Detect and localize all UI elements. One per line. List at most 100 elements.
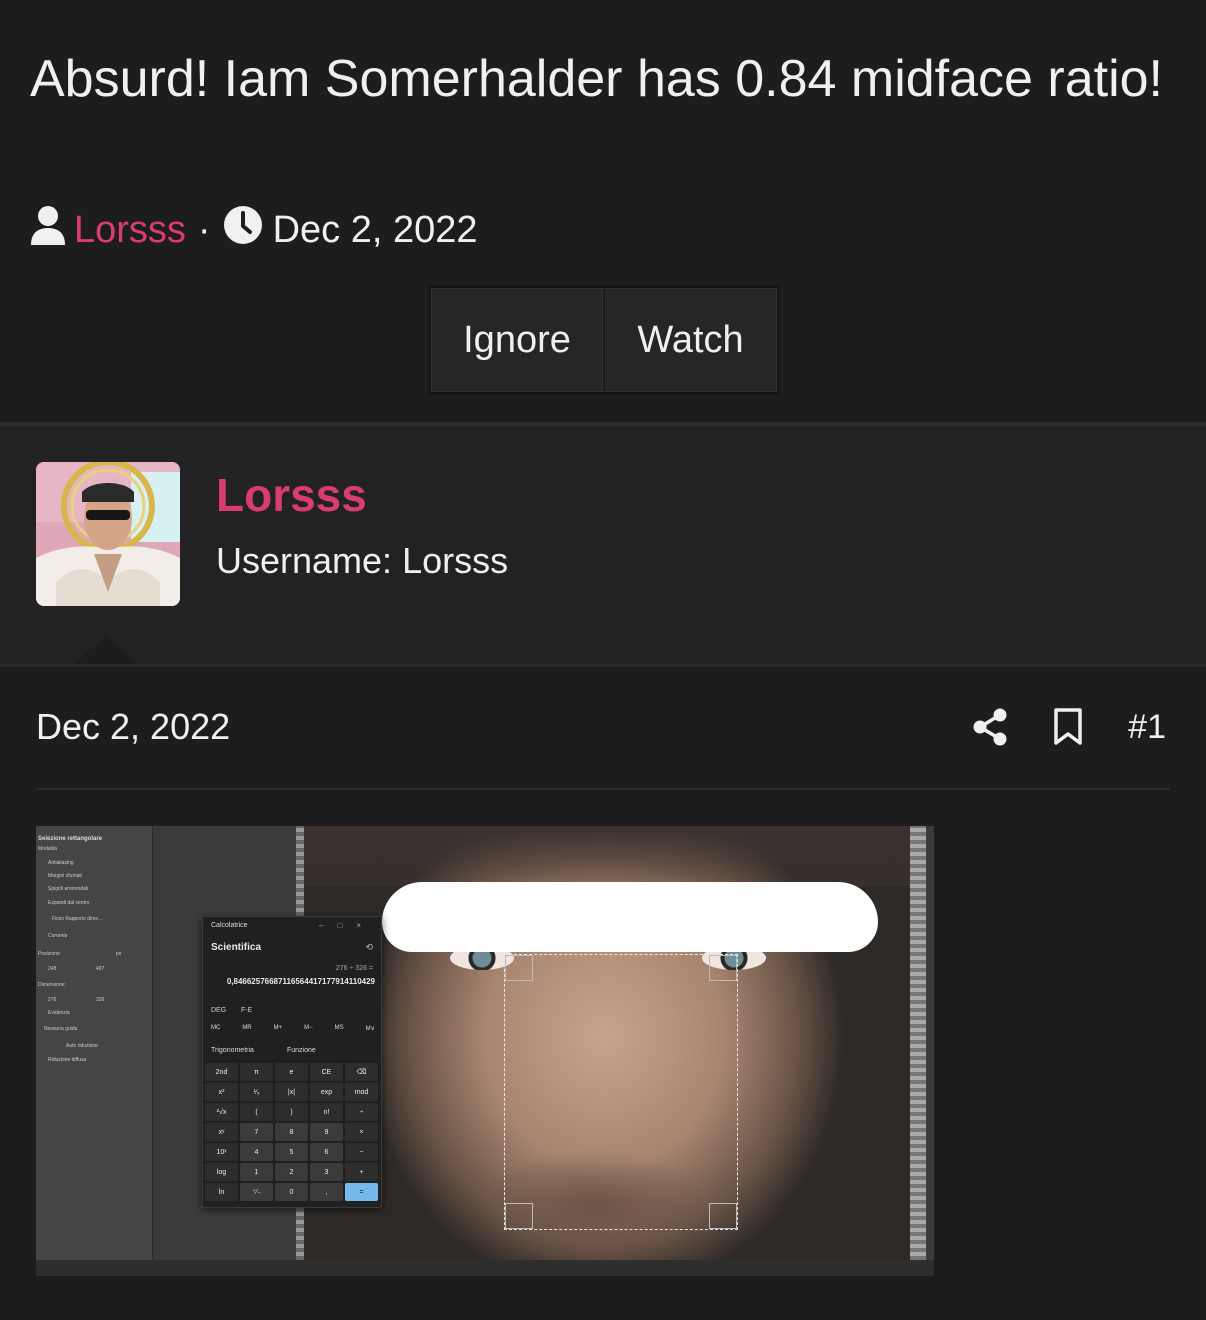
calculator-key: n!	[310, 1103, 343, 1121]
tool-panel-feather: Margini sfumati	[48, 873, 82, 879]
calculator-key: ²√x	[205, 1103, 238, 1121]
calculator-key: xʸ	[205, 1123, 238, 1141]
face-photo-hair	[304, 826, 910, 886]
calculator-key: x²	[205, 1083, 238, 1101]
memory-key: M+	[273, 1025, 283, 1031]
tool-panel-pos-x: 248	[48, 966, 57, 972]
post-user-block: Lorsss Username: Lorsss	[0, 426, 1206, 666]
calculator-mode: Scientifica	[211, 942, 262, 953]
calculator-key: 2nd	[205, 1063, 238, 1081]
calculator-key: 2	[275, 1163, 308, 1181]
tool-panel-width: 276	[48, 997, 57, 1003]
calculator-key: π	[240, 1063, 273, 1081]
selection-handle	[505, 955, 533, 981]
calculator-deg: DEG	[211, 1007, 227, 1014]
tool-panel-pos-y: 497	[96, 966, 105, 972]
tool-panel-rounded: Spigoli arrotondati	[48, 886, 89, 892]
calculator-key: 9	[310, 1123, 343, 1141]
calculator-key: 5	[275, 1143, 308, 1161]
calculator-fe: F-E	[241, 1007, 253, 1014]
memory-key: MC	[211, 1025, 221, 1031]
watch-button[interactable]: Watch	[603, 288, 777, 392]
calculator-key: (	[240, 1103, 273, 1121]
calculator-key: 4	[240, 1143, 273, 1161]
tool-panel-antialias: Antialiasing	[48, 860, 74, 866]
selection-handle	[709, 1203, 737, 1229]
memory-key: M−	[304, 1025, 313, 1031]
calculator-key: 10ˣ	[205, 1143, 238, 1161]
selection-handle	[505, 1203, 533, 1229]
calculator-key: )	[275, 1103, 308, 1121]
calculator-key: exp	[310, 1083, 343, 1101]
calculator-key: −	[345, 1143, 378, 1161]
thread-meta: Lorsss · Dec 2, 2022	[30, 204, 478, 256]
calculator-key: ln	[205, 1183, 238, 1201]
gimp-tool-options-panel: Selezione rettangolare Modalità Antialia…	[36, 826, 152, 1276]
transparency-border	[910, 826, 926, 1260]
post-date[interactable]: Dec 2, 2022	[36, 706, 230, 748]
memory-key: M∨	[365, 1026, 375, 1032]
history-icon: ⟲	[365, 942, 373, 952]
calculator-title: Calcolatrice	[211, 922, 248, 929]
calculator-memory-row: MC MR M+ M− MS M∨	[211, 1025, 375, 1032]
post-actions: #1	[932, 700, 1166, 754]
white-brush-stroke	[382, 882, 878, 952]
thread-author-link[interactable]: Lorsss	[74, 209, 186, 252]
calculator-window: Calcolatrice –□× Scientifica ⟲ 276 ÷ 326…	[202, 916, 382, 1208]
thread-date[interactable]: Dec 2, 2022	[273, 209, 478, 252]
calculator-key: 1	[240, 1163, 273, 1181]
gimp-status-bar	[36, 1260, 934, 1276]
tool-panel-autoshrink: Auto riduzione	[66, 1043, 98, 1049]
calculator-expression: 276 ÷ 326 =	[335, 965, 373, 972]
calculator-key: CE	[310, 1063, 343, 1081]
selection-handle	[709, 955, 737, 981]
tool-panel-expand: Espandi dal centro	[48, 900, 90, 906]
memory-key: MS	[334, 1025, 344, 1031]
calculator-key: +	[345, 1163, 378, 1181]
calculator-key: |x|	[275, 1083, 308, 1101]
calculator-key: 7	[240, 1123, 273, 1141]
window-controls: –□×	[319, 921, 375, 930]
calculator-key: 6	[310, 1143, 343, 1161]
post-username-line: Username: Lorsss	[216, 540, 509, 581]
tool-panel-height: 326	[96, 997, 105, 1003]
calculator-keypad: 2nd π e CE ⌫ x² ¹⁄ₓ |x| exp mod ²√x() n! ÷ xʸ 7 8 9 × 10ˣ 4…	[205, 1063, 381, 1201]
bookmark-icon[interactable]	[1048, 707, 1088, 747]
divider	[36, 788, 1170, 790]
rectangle-selection	[504, 954, 738, 1230]
thread-title: Absurd! Iam Somerhalder has 0.84 midface…	[30, 50, 1164, 108]
tool-panel-guide: Nessuna guida	[44, 1026, 78, 1032]
post-username-link[interactable]: Lorsss	[216, 468, 367, 522]
calculator-key: 3	[310, 1163, 343, 1181]
share-icon[interactable]	[970, 707, 1010, 747]
calculator-key: mod	[345, 1083, 378, 1101]
thread-header: Absurd! Iam Somerhalder has 0.84 midface…	[0, 0, 1206, 422]
user-icon	[30, 205, 66, 255]
tool-panel-mode: Modalità	[38, 846, 57, 852]
memory-key: MR	[242, 1025, 252, 1031]
calculator-func-menu: Funzione	[287, 1047, 316, 1054]
tool-panel-fixed: Fisso Rapporto dime...	[52, 916, 103, 922]
calculator-key: ⌫	[345, 1063, 378, 1081]
meta-separator: ·	[197, 208, 211, 251]
calculator-key: 0	[275, 1183, 308, 1201]
post-attachment-image[interactable]: Selezione rettangolare Modalità Antialia…	[36, 826, 934, 1276]
calculator-key: log	[205, 1163, 238, 1181]
calculator-key: e	[275, 1063, 308, 1081]
clock-icon	[223, 205, 263, 255]
tool-panel-position-label: Posizione:	[38, 951, 62, 957]
avatar[interactable]	[36, 462, 180, 606]
calculator-key: ,	[310, 1183, 343, 1201]
calculator-key: ⁺⁄₋	[240, 1183, 273, 1201]
calculator-trig-menu: Trigonometria	[211, 1047, 254, 1054]
tool-panel-shrink-merged: Riduzione diffusa	[48, 1057, 87, 1063]
vertical-ruler	[152, 826, 162, 1276]
tool-panel-highlight: Evidenzia	[48, 1010, 70, 1016]
calculator-key: ÷	[345, 1103, 378, 1121]
post-number-link[interactable]: #1	[1128, 708, 1166, 747]
ignore-button[interactable]: Ignore	[431, 288, 603, 392]
calculator-key: =	[345, 1183, 378, 1201]
thread-action-buttons: Ignore Watch	[429, 286, 779, 394]
tool-panel-current: Corrente	[48, 933, 68, 939]
divider	[0, 664, 1206, 667]
